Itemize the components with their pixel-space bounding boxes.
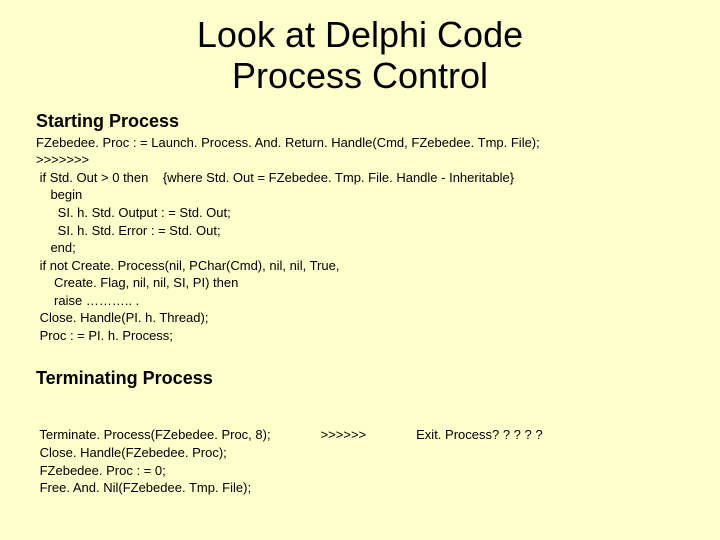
starting-heading: Starting Process	[36, 111, 690, 132]
terminating-col2: >>>>>>	[321, 426, 367, 496]
title-line-1: Look at Delphi Code	[197, 14, 523, 55]
terminating-col3: Exit. Process? ? ? ? ?	[416, 426, 542, 496]
slide: Look at Delphi Code Process Control Star…	[0, 0, 720, 540]
terminating-code: Terminate. Process(FZebedee. Proc, 8); C…	[36, 391, 690, 531]
title-line-2: Process Control	[232, 55, 488, 96]
starting-code: FZebedee. Proc : = Launch. Process. And.…	[36, 134, 690, 345]
terminating-heading: Terminating Process	[36, 368, 690, 389]
terminating-col1: Terminate. Process(FZebedee. Proc, 8); C…	[36, 426, 271, 496]
slide-title: Look at Delphi Code Process Control	[30, 14, 690, 97]
